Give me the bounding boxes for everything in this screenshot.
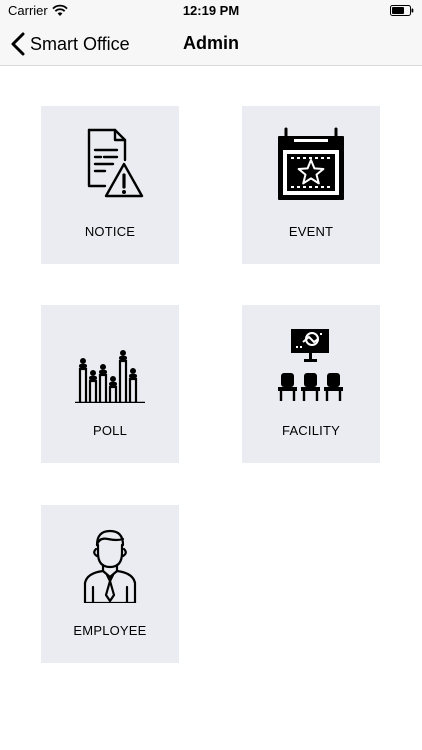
back-button-label: Smart Office	[30, 33, 130, 54]
tile-employee-label: EMPLOYEE	[73, 623, 147, 638]
tile-poll[interactable]: POLL	[41, 305, 179, 463]
status-bar: Carrier 12:19 PM	[0, 0, 422, 22]
poll-bar-chart-people-icon	[75, 350, 145, 403]
navigation-bar: Smart Office Admin	[0, 22, 422, 66]
employee-person-icon	[83, 529, 137, 603]
battery-icon	[390, 5, 414, 16]
chevron-left-icon	[11, 32, 25, 56]
event-calendar-star-icon	[278, 127, 344, 200]
tile-notice-label: NOTICE	[84, 224, 136, 239]
tile-facility[interactable]: FACILITY	[242, 305, 380, 463]
back-button[interactable]: Smart Office	[10, 30, 130, 58]
tile-facility-label: FACILITY	[282, 423, 340, 438]
facility-chairs-screen-icon	[278, 329, 343, 401]
notice-document-warning-icon	[87, 128, 144, 198]
tile-poll-label: POLL	[92, 423, 128, 438]
status-time: 12:19 PM	[182, 3, 240, 18]
tile-event[interactable]: EVENT	[242, 106, 380, 264]
tile-notice[interactable]: NOTICE	[41, 106, 179, 264]
tile-employee[interactable]: EMPLOYEE	[41, 505, 179, 663]
tile-event-label: EVENT	[288, 224, 334, 239]
